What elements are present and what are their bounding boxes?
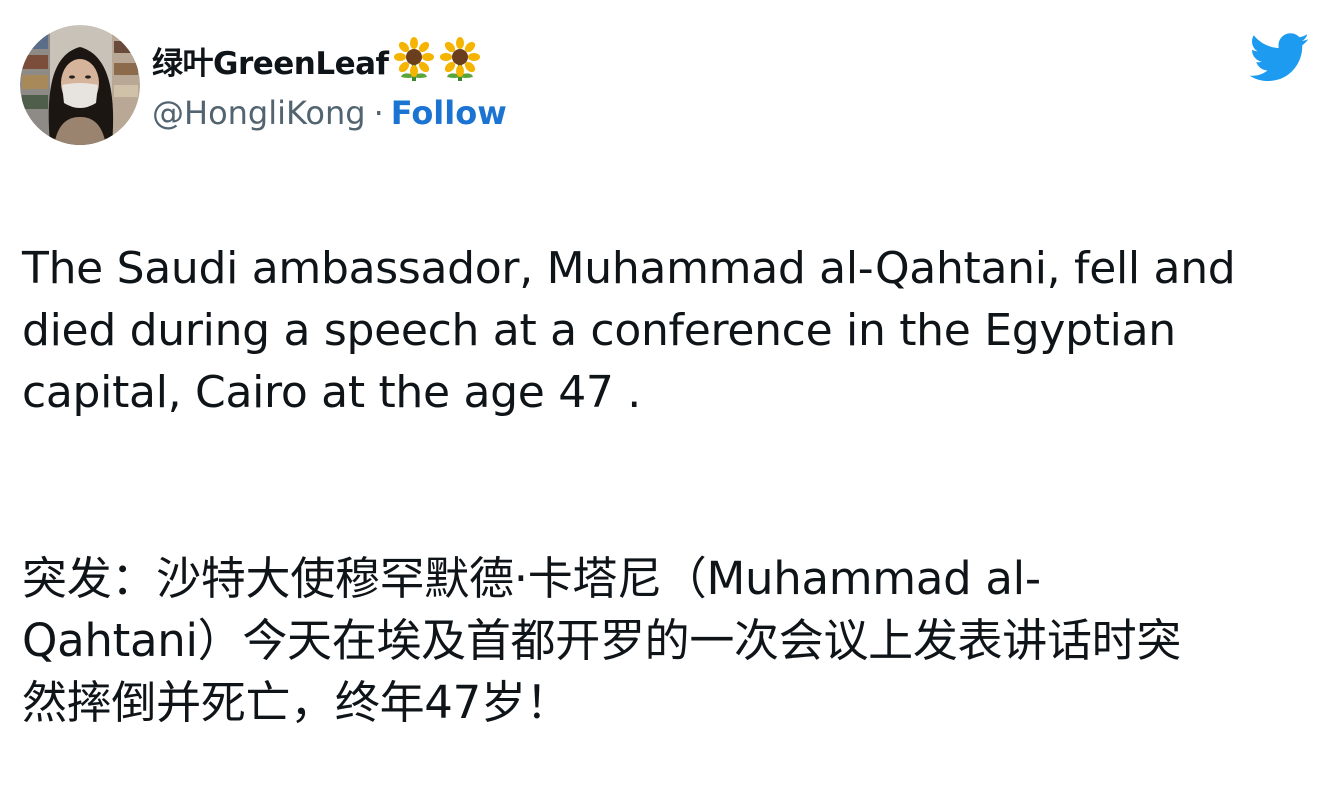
sunflower-icon xyxy=(393,37,435,83)
tweet-header: 绿叶GreenLeaf @HongliKong · Follow xyxy=(20,24,507,146)
sunflower-icon xyxy=(439,37,481,83)
tweet-text-english: The Saudi ambassador, Muhammad al-Qahtan… xyxy=(22,243,1236,418)
display-name-row: 绿叶GreenLeaf xyxy=(152,32,507,88)
avatar[interactable] xyxy=(20,25,140,145)
avatar-photo-icon xyxy=(20,25,140,145)
handle-row: @HongliKong · Follow xyxy=(152,88,507,138)
display-name[interactable]: 绿叶GreenLeaf xyxy=(152,38,389,83)
author-handle[interactable]: @HongliKong xyxy=(152,94,366,132)
separator-dot: · xyxy=(373,94,384,132)
tweet-text-chinese: 突发：沙特大使穆罕默德·卡塔尼（Muhammad al- Qahtani）今天在… xyxy=(22,552,1182,729)
tweet-body: The Saudi ambassador, Muhammad al-Qahtan… xyxy=(22,176,1312,796)
twitter-bird-icon[interactable] xyxy=(1249,33,1310,83)
tweet-card: 绿叶GreenLeaf @HongliKong · Follow The Sau… xyxy=(0,0,1319,729)
follow-button[interactable]: Follow xyxy=(391,94,507,132)
author-names: 绿叶GreenLeaf @HongliKong · Follow xyxy=(152,32,507,138)
